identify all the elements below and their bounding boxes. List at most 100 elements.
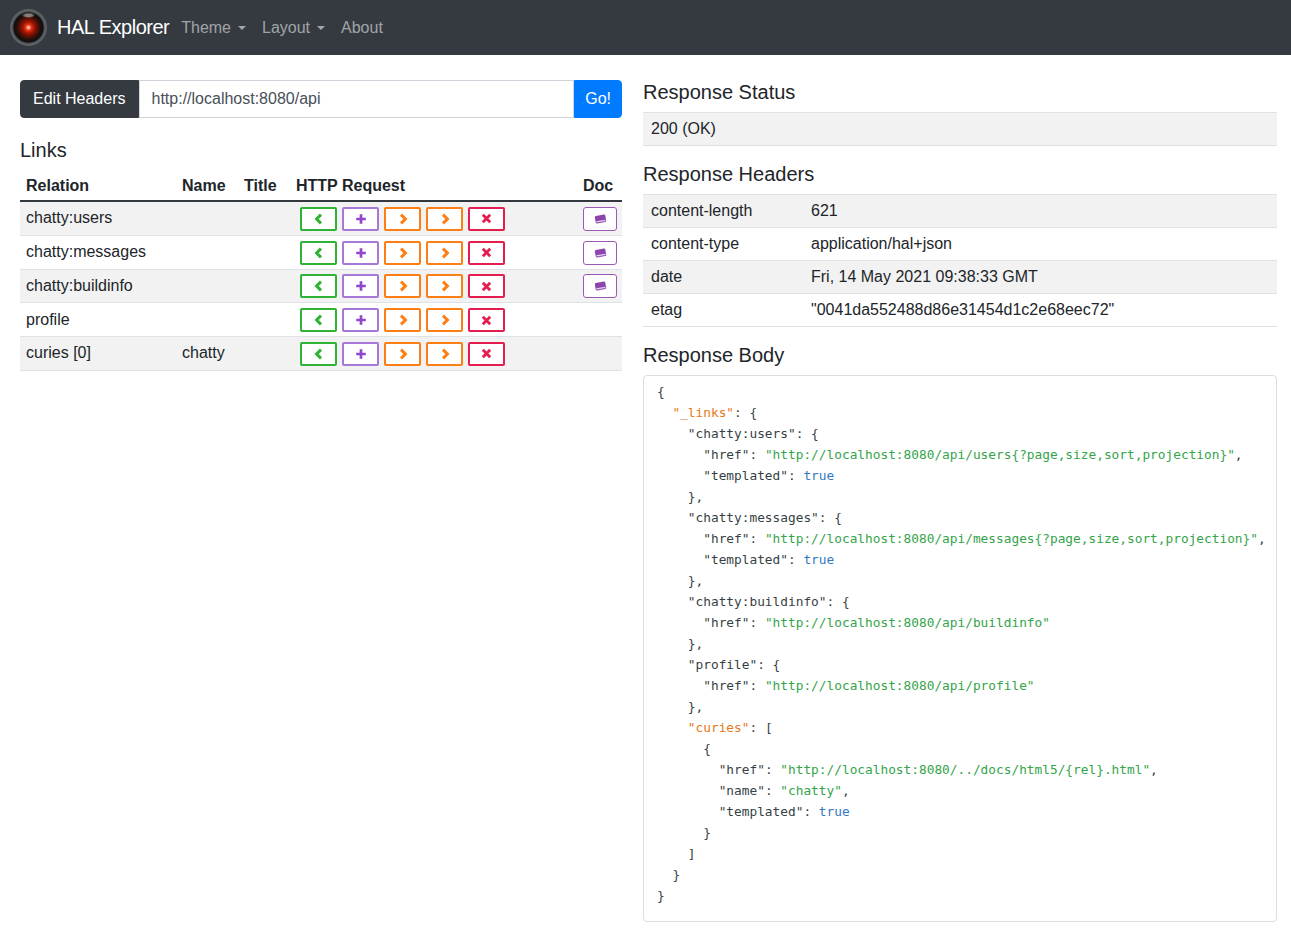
patch-request-button[interactable]: [426, 207, 463, 231]
request-bar: Edit Headers Go!: [20, 80, 622, 118]
nav-item-layout[interactable]: Layout: [254, 11, 333, 45]
header-name-cell: etag: [643, 294, 803, 327]
put-request-button[interactable]: [384, 342, 421, 366]
chevron-right-icon: [439, 247, 451, 259]
title-cell: [238, 269, 290, 303]
response-headers-heading: Response Headers: [643, 162, 1277, 186]
header-value-cell: Fri, 14 May 2021 09:38:33 GMT: [803, 261, 1277, 294]
get-request-button[interactable]: [300, 342, 337, 366]
chevron-right-icon: [397, 247, 409, 259]
plus-icon: [355, 213, 367, 225]
header-value-cell: 621: [803, 195, 1277, 228]
patch-request-button[interactable]: [426, 308, 463, 332]
chevron-left-icon: [313, 247, 325, 259]
response-status-heading: Response Status: [643, 80, 1277, 104]
col-header-http-request: HTTP Request: [290, 170, 570, 201]
name-cell: [176, 235, 238, 269]
x-icon: [481, 247, 492, 258]
patch-request-button[interactable]: [426, 274, 463, 298]
get-request-button[interactable]: [300, 207, 337, 231]
links-heading: Links: [20, 138, 622, 162]
patch-request-button[interactable]: [426, 241, 463, 265]
url-input[interactable]: [139, 80, 575, 118]
relation-cell: chatty:messages: [20, 235, 176, 269]
relation-cell: profile: [20, 303, 176, 337]
doc-cell: [570, 303, 622, 337]
response-header-row: dateFri, 14 May 2021 09:38:33 GMT: [643, 261, 1277, 294]
response-header-row: content-length621: [643, 195, 1277, 228]
book-icon: [593, 279, 608, 293]
name-cell: chatty: [176, 337, 238, 371]
delete-request-button[interactable]: [468, 274, 505, 298]
delete-request-button[interactable]: [468, 342, 505, 366]
response-header-row: content-typeapplication/hal+json: [643, 228, 1277, 261]
patch-request-button[interactable]: [426, 342, 463, 366]
doc-button[interactable]: [583, 274, 617, 298]
doc-button[interactable]: [583, 207, 617, 231]
title-cell: [238, 303, 290, 337]
col-header-name: Name: [176, 170, 238, 201]
link-row: chatty:buildinfo: [20, 269, 622, 303]
link-row: curies [0]chatty: [20, 337, 622, 371]
right-column: Response Status 200 (OK) Response Header…: [643, 80, 1277, 922]
col-header-relation: Relation: [20, 170, 176, 201]
post-request-button[interactable]: [342, 342, 379, 366]
title-cell: [238, 337, 290, 371]
title-cell: [238, 201, 290, 235]
plus-icon: [355, 348, 367, 360]
delete-request-button[interactable]: [468, 241, 505, 265]
doc-button[interactable]: [583, 241, 617, 265]
chevron-right-icon: [439, 280, 451, 292]
col-header-doc: Doc: [570, 170, 622, 201]
post-request-button[interactable]: [342, 241, 379, 265]
header-name-cell: content-length: [643, 195, 803, 228]
edit-headers-button[interactable]: Edit Headers: [20, 80, 139, 118]
book-icon: [593, 246, 608, 260]
delete-request-button[interactable]: [468, 207, 505, 231]
name-cell: [176, 303, 238, 337]
get-request-button[interactable]: [300, 274, 337, 298]
get-request-button[interactable]: [300, 241, 337, 265]
x-icon: [481, 315, 492, 326]
response-body-heading: Response Body: [643, 343, 1277, 367]
put-request-button[interactable]: [384, 308, 421, 332]
book-icon: [593, 212, 608, 226]
relation-cell: chatty:buildinfo: [20, 269, 176, 303]
x-icon: [481, 213, 492, 224]
response-body-json: { "_links": { "chatty:users": { "href": …: [643, 375, 1277, 922]
chevron-right-icon: [397, 314, 409, 326]
put-request-button[interactable]: [384, 207, 421, 231]
plus-icon: [355, 247, 367, 259]
go-button[interactable]: Go!: [574, 80, 622, 118]
link-row: profile: [20, 303, 622, 337]
chevron-left-icon: [313, 314, 325, 326]
nav-item-about[interactable]: About: [333, 11, 391, 45]
http-request-cell: [290, 337, 570, 371]
relation-cell: curies [0]: [20, 337, 176, 371]
put-request-button[interactable]: [384, 241, 421, 265]
plus-icon: [355, 314, 367, 326]
chevron-right-icon: [397, 213, 409, 225]
chevron-right-icon: [397, 280, 409, 292]
chevron-right-icon: [439, 213, 451, 225]
chevron-left-icon: [313, 280, 325, 292]
get-request-button[interactable]: [300, 308, 337, 332]
post-request-button[interactable]: [342, 274, 379, 298]
post-request-button[interactable]: [342, 207, 379, 231]
link-row: chatty:users: [20, 201, 622, 235]
delete-request-button[interactable]: [468, 308, 505, 332]
left-column: Edit Headers Go! Links Relation Name Tit…: [20, 80, 622, 371]
response-headers-table: content-length621content-typeapplication…: [643, 194, 1277, 327]
chevron-left-icon: [313, 213, 325, 225]
x-icon: [481, 348, 492, 359]
put-request-button[interactable]: [384, 274, 421, 298]
header-name-cell: content-type: [643, 228, 803, 261]
doc-cell: [570, 337, 622, 371]
response-status-value: 200 (OK): [643, 113, 1277, 146]
response-status-table: 200 (OK): [643, 112, 1277, 146]
chevron-right-icon: [397, 348, 409, 360]
post-request-button[interactable]: [342, 308, 379, 332]
nav-item-theme[interactable]: Theme: [173, 11, 254, 45]
app-title: HAL Explorer: [57, 16, 169, 39]
hal-eye-logo: [10, 9, 47, 46]
